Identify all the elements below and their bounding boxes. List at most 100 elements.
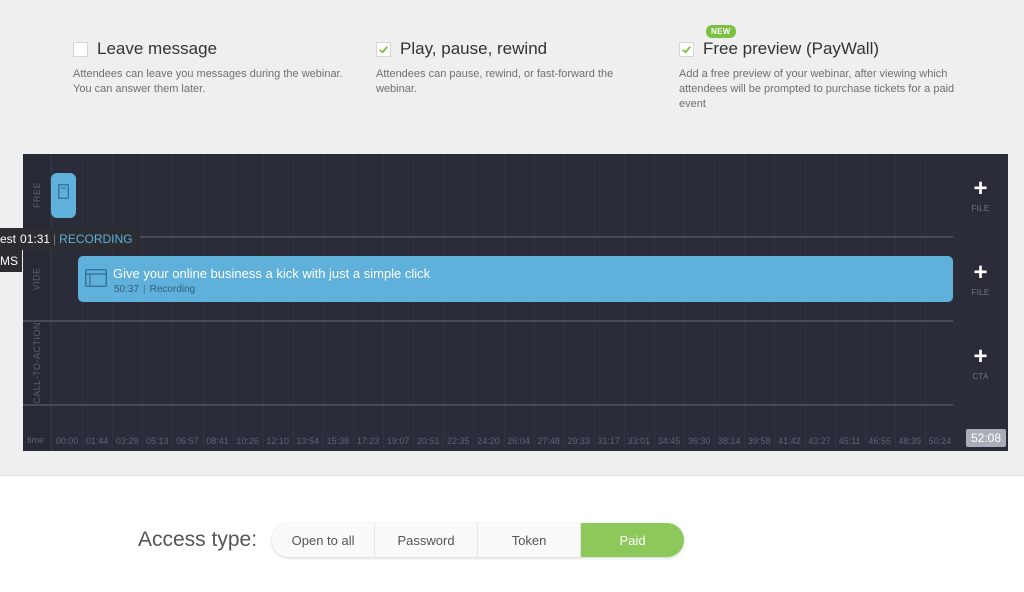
video-clip-type: Recording — [149, 284, 196, 295]
tooltip-time: 01:31 — [20, 232, 51, 246]
plus-icon: + — [973, 258, 988, 286]
time-tick: 26:04 — [507, 436, 530, 446]
time-tick: 46:55 — [868, 436, 891, 446]
end-time-badge: 52:08 — [966, 429, 1007, 447]
option-description: Attendees can pause, rewind, or fast-for… — [376, 68, 614, 95]
grid-line — [894, 154, 896, 451]
grid-line — [172, 154, 174, 451]
grid-line — [533, 154, 535, 451]
video-clip[interactable]: Give your online business a kick with ju… — [78, 256, 953, 302]
grid-line — [684, 154, 686, 451]
grid-line — [262, 154, 264, 451]
option-free-preview: NEW Free preview (PayWall) Add a free pr… — [679, 25, 959, 112]
grid-line — [232, 154, 234, 451]
grid-line — [864, 154, 866, 451]
time-tick: 48:39 — [898, 436, 922, 446]
time-tick: 39:58 — [748, 436, 771, 446]
grid-line — [112, 154, 114, 451]
time-tick: 29:33 — [567, 436, 590, 446]
video-clip-title: Give your online business a kick with ju… — [113, 266, 431, 281]
time-tick: 36:30 — [687, 436, 711, 446]
grid-line — [292, 154, 294, 451]
access-option-paid[interactable]: Paid — [581, 523, 685, 557]
time-tick: 33:01 — [627, 436, 651, 446]
grid-line — [413, 154, 415, 451]
recording-tooltip: est 01:31 | RECORDING MS — [0, 228, 140, 274]
grid-line — [804, 154, 806, 451]
access-type-selector: Open to all Password Token Paid — [272, 523, 685, 557]
checkmark-icon — [379, 45, 388, 54]
video-clip-meta: 50:37 | Recording — [114, 284, 196, 295]
time-axis-label: time — [27, 435, 45, 445]
leave-message-checkbox[interactable] — [73, 41, 88, 57]
access-type-label: Access type: — [138, 528, 258, 551]
plus-icon: + — [973, 174, 988, 202]
time-tick: 50:24 — [928, 436, 952, 446]
option-title: Free preview (PayWall) — [703, 39, 880, 58]
tooltip-line2: MS — [0, 250, 22, 272]
option-title: Leave message — [97, 39, 218, 58]
checkmark-icon — [682, 45, 691, 54]
grid-line — [563, 154, 565, 451]
grid-line — [834, 154, 836, 451]
track-divider — [23, 320, 1008, 322]
grid-line — [714, 154, 716, 451]
add-button-label: FILE — [971, 287, 990, 297]
time-tick: 15:38 — [326, 436, 350, 446]
video-clip-duration: 50:37 — [114, 284, 140, 295]
add-cta-button[interactable]: + CTA — [953, 322, 1008, 404]
track-label-cta: CALL-TO-ACTION — [32, 322, 42, 404]
track-label-free: FREE — [31, 181, 42, 209]
grid-line — [623, 154, 625, 451]
access-type: Access type: Open to all Password Token … — [138, 523, 685, 557]
time-tick: 41:42 — [778, 436, 801, 446]
free-preview-checkbox[interactable] — [679, 41, 694, 57]
time-tick: 22:35 — [447, 436, 470, 446]
free-preview-clip[interactable] — [51, 173, 76, 218]
time-tick: 38:14 — [717, 436, 741, 446]
play-pause-rewind-checkbox[interactable] — [376, 41, 391, 57]
time-tick: 13:54 — [296, 436, 320, 446]
add-file-button-free[interactable]: + FILE — [953, 154, 1008, 236]
add-button-label: FILE — [971, 203, 990, 213]
grid-line — [654, 154, 655, 451]
grid-line — [774, 154, 776, 451]
new-badge: NEW — [706, 25, 736, 38]
time-tick: 27:48 — [537, 436, 560, 446]
option-leave-message: Leave message Attendees can leave you me… — [73, 38, 353, 97]
time-tick: 43:27 — [808, 436, 831, 446]
time-tick: 31:17 — [597, 436, 621, 446]
add-file-button-video[interactable]: + FILE — [953, 238, 1008, 320]
option-play-pause-rewind: Play, pause, rewind Attendees can pause,… — [376, 38, 656, 97]
time-tick: 19:07 — [386, 436, 410, 446]
option-description: Attendees can leave you messages during … — [73, 68, 343, 95]
document-icon — [58, 184, 69, 199]
add-button-label: CTA — [972, 371, 989, 381]
grid-line — [443, 154, 445, 451]
settings-panel: Leave message Attendees can leave you me… — [0, 0, 1024, 476]
grid-line — [383, 154, 385, 451]
time-tick: 05:13 — [146, 436, 169, 446]
grid-line — [353, 154, 354, 451]
plus-icon: + — [973, 342, 988, 370]
time-tick: 12:10 — [266, 436, 289, 446]
tooltip-state: RECORDING — [59, 232, 133, 246]
access-option-password[interactable]: Password — [375, 523, 479, 557]
grid-line — [503, 154, 505, 451]
time-tick: 45:11 — [838, 436, 861, 446]
grid-line — [142, 154, 144, 451]
time-tick: 01:44 — [85, 436, 109, 446]
track-divider — [23, 404, 1008, 406]
grid-line — [473, 154, 475, 451]
option-title: Play, pause, rewind — [400, 39, 548, 58]
track-divider — [23, 236, 1008, 238]
access-option-token[interactable]: Token — [478, 523, 582, 557]
grid-line — [593, 154, 595, 451]
grid-line — [744, 154, 746, 451]
access-option-open[interactable]: Open to all — [272, 523, 376, 557]
time-tick: 24:20 — [477, 436, 500, 446]
time-tick: 20:51 — [416, 436, 440, 446]
grid-line — [924, 154, 926, 451]
grid-line — [202, 154, 204, 451]
time-tick: 06:57 — [176, 436, 199, 446]
